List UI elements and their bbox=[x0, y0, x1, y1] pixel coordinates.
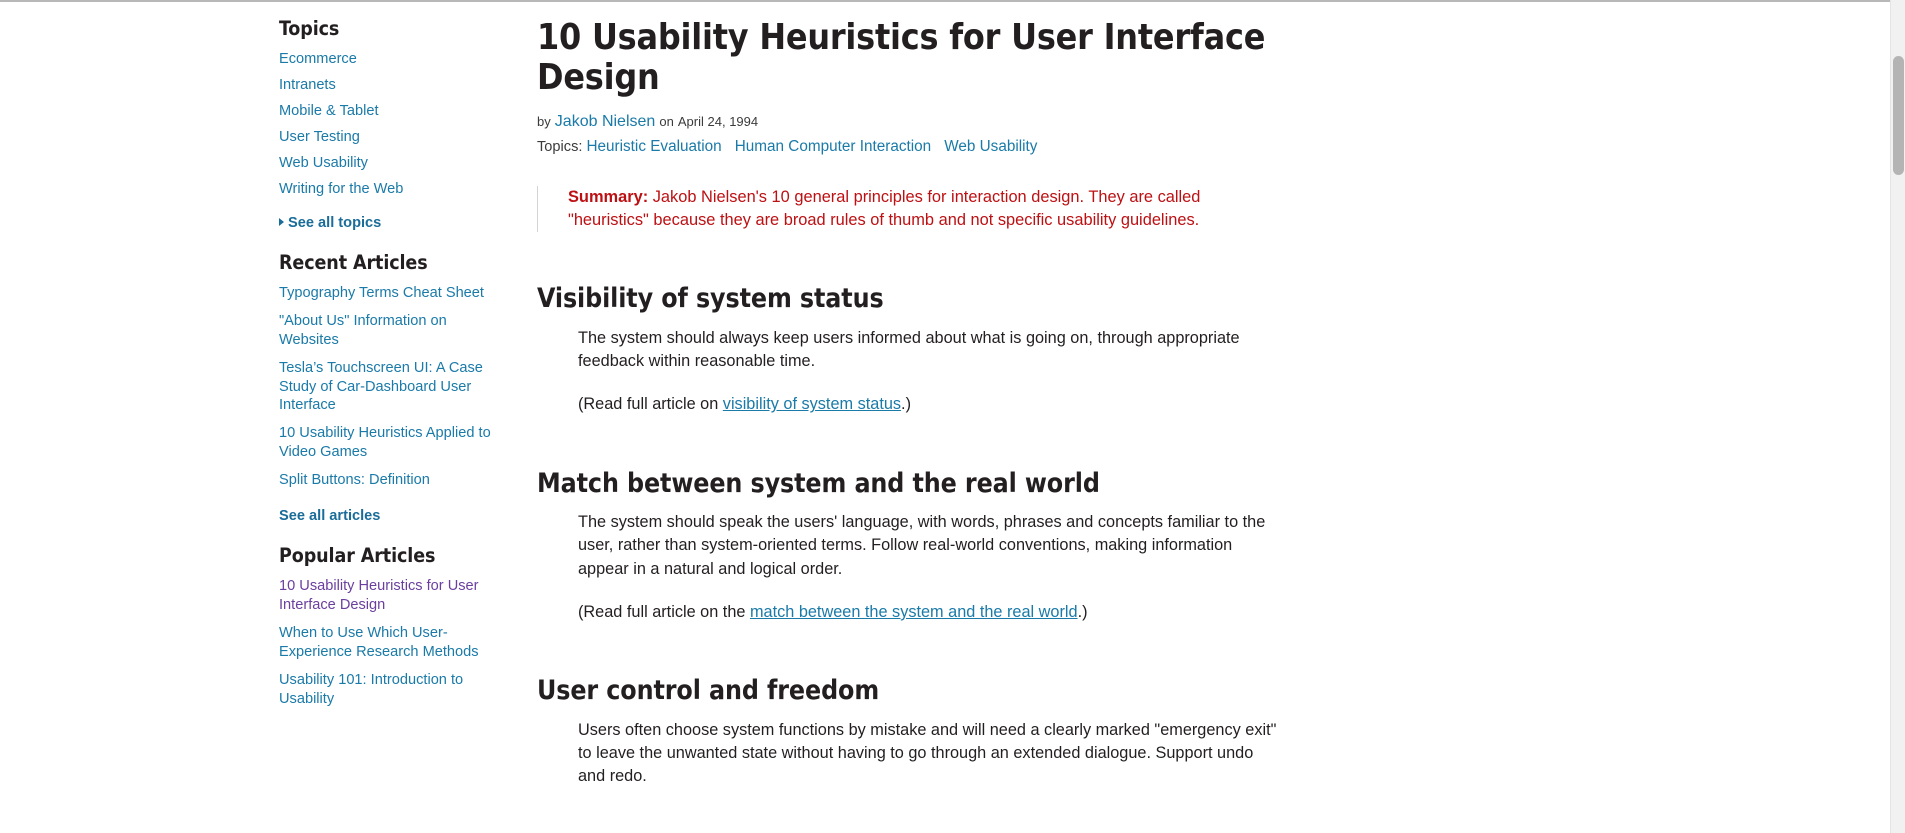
popular-article-10-usability-heuristics[interactable]: 10 Usability Heuristics for User Interfa… bbox=[279, 578, 479, 613]
heuristic-heading-match-between-system-and-real-world: Match between system and the real world bbox=[537, 467, 1100, 499]
sidebar-item-mobile-tablet[interactable]: Mobile & Tablet bbox=[279, 103, 379, 119]
sidebar-item-writing-for-the-web[interactable]: Writing for the Web bbox=[279, 181, 403, 197]
sidebar-popular-list: 10 Usability Heuristics for User Interfa… bbox=[279, 577, 504, 708]
sidebar-recent-heading: Recent Articles bbox=[279, 250, 428, 274]
byline-prefix: by bbox=[537, 113, 551, 129]
see-all-topics-label: See all topics bbox=[288, 214, 382, 231]
read-full-prefix-2: (Read full article on the bbox=[578, 603, 750, 622]
recent-article-about-us-information[interactable]: "About Us" Information on Websites bbox=[279, 313, 447, 348]
heuristic-heading-visibility-of-system-status: Visibility of system status bbox=[537, 283, 884, 315]
list-item: Writing for the Web bbox=[279, 180, 504, 199]
heuristic-heading-user-control-and-freedom: User control and freedom bbox=[537, 675, 880, 707]
see-all-articles-link[interactable]: See all articles bbox=[279, 508, 380, 524]
sidebar-topics-list: Ecommerce Intranets Mobile & Tablet User… bbox=[279, 50, 504, 198]
heuristic-description-3: Users often choose system functions by m… bbox=[578, 720, 1277, 786]
page-title: 10 Usability Heuristics for User Interfa… bbox=[537, 17, 1266, 98]
list-item: User Testing bbox=[279, 128, 504, 147]
heuristic-body-1: The system should always keep users info… bbox=[578, 327, 1278, 417]
recent-article-typography-terms[interactable]: Typography Terms Cheat Sheet bbox=[279, 285, 484, 301]
summary-text: Jakob Nielsen's 10 general principles fo… bbox=[568, 187, 1201, 230]
article-main: 10 Usability Heuristics for User Interfa… bbox=[537, 18, 1317, 789]
list-item: Ecommerce bbox=[279, 50, 504, 69]
sidebar-popular-heading: Popular Articles bbox=[279, 543, 436, 567]
heuristic-body-2: The system should speak the users' langu… bbox=[578, 511, 1278, 624]
sidebar-recent-list: Typography Terms Cheat Sheet "About Us" … bbox=[279, 284, 504, 490]
see-all-topics-link[interactable]: See all topics bbox=[279, 215, 381, 231]
page-content: Topics Ecommerce Intranets Mobile & Tabl… bbox=[0, 2, 1890, 785]
chevron-right-icon bbox=[279, 217, 284, 226]
list-item: Web Usability bbox=[279, 154, 504, 173]
list-item: 10 Usability Heuristics for User Interfa… bbox=[279, 577, 504, 615]
list-item: 10 Usability Heuristics Applied to Video… bbox=[279, 424, 504, 462]
sidebar-item-web-usability[interactable]: Web Usability bbox=[279, 155, 368, 171]
recent-article-heuristics-video-games[interactable]: 10 Usability Heuristics Applied to Video… bbox=[279, 425, 491, 460]
sidebar: Topics Ecommerce Intranets Mobile & Tabl… bbox=[279, 17, 504, 718]
popular-article-ux-research-methods[interactable]: When to Use Which User-Experience Resear… bbox=[279, 625, 479, 660]
summary-label: Summary: bbox=[568, 187, 649, 206]
topic-link-heuristic-evaluation[interactable]: Heuristic Evaluation bbox=[586, 138, 721, 155]
read-full-article-line-1: (Read full article on visibility of syst… bbox=[578, 393, 1278, 416]
topic-link-web-usability[interactable]: Web Usability bbox=[944, 138, 1037, 155]
publish-date: April 24, 1994 bbox=[677, 113, 759, 129]
topic-link-human-computer-interaction[interactable]: Human Computer Interaction bbox=[735, 138, 931, 155]
sidebar-item-user-testing[interactable]: User Testing bbox=[279, 129, 360, 145]
list-item: Intranets bbox=[279, 76, 504, 95]
read-full-prefix-1: (Read full article on bbox=[578, 395, 723, 414]
list-item: Typography Terms Cheat Sheet bbox=[279, 284, 504, 303]
recent-article-split-buttons[interactable]: Split Buttons: Definition bbox=[279, 472, 430, 488]
summary-callout: Summary: Jakob Nielsen's 10 general prin… bbox=[537, 185, 1267, 233]
list-item: Usability 101: Introduction to Usability bbox=[279, 671, 504, 709]
read-full-suffix-2: .) bbox=[1077, 603, 1088, 622]
read-full-article-link-match-between-system-and-real-world[interactable]: match between the system and the real wo… bbox=[750, 603, 1078, 621]
vertical-scrollbar[interactable] bbox=[1890, 0, 1905, 833]
list-item: Tesla’s Touchscreen UI: A Case Study of … bbox=[279, 359, 504, 416]
read-full-article-link-visibility-of-system-status[interactable]: visibility of system status bbox=[723, 395, 901, 413]
byline: by Jakob Nielsen on April 24, 1994 bbox=[537, 112, 1317, 132]
read-full-article-line-2: (Read full article on the match between … bbox=[578, 601, 1278, 624]
heuristic-body-3: Users often choose system functions by m… bbox=[578, 719, 1278, 789]
sidebar-item-intranets[interactable]: Intranets bbox=[279, 77, 336, 93]
article-topics: Topics: Heuristic Evaluation Human Compu… bbox=[537, 137, 1317, 156]
read-full-suffix-1: .) bbox=[901, 395, 911, 414]
scrollbar-thumb[interactable] bbox=[1893, 56, 1904, 175]
list-item: Mobile & Tablet bbox=[279, 102, 504, 121]
heuristic-description-1: The system should always keep users info… bbox=[578, 328, 1240, 371]
page-viewport: Topics Ecommerce Intranets Mobile & Tabl… bbox=[0, 2, 1890, 833]
list-item: When to Use Which User-Experience Resear… bbox=[279, 624, 504, 662]
list-item: Split Buttons: Definition bbox=[279, 471, 504, 490]
heuristic-description-2: The system should speak the users' langu… bbox=[578, 513, 1266, 578]
recent-article-tesla-touchscreen-ui[interactable]: Tesla’s Touchscreen UI: A Case Study of … bbox=[279, 360, 483, 414]
sidebar-item-ecommerce[interactable]: Ecommerce bbox=[279, 51, 357, 67]
byline-on: on bbox=[659, 113, 674, 129]
list-item: "About Us" Information on Websites bbox=[279, 312, 504, 350]
popular-article-usability-101[interactable]: Usability 101: Introduction to Usability bbox=[279, 672, 463, 707]
sidebar-topics-heading: Topics bbox=[279, 17, 340, 40]
topics-label: Topics: bbox=[537, 138, 583, 155]
author-link[interactable]: Jakob Nielsen bbox=[555, 113, 656, 130]
